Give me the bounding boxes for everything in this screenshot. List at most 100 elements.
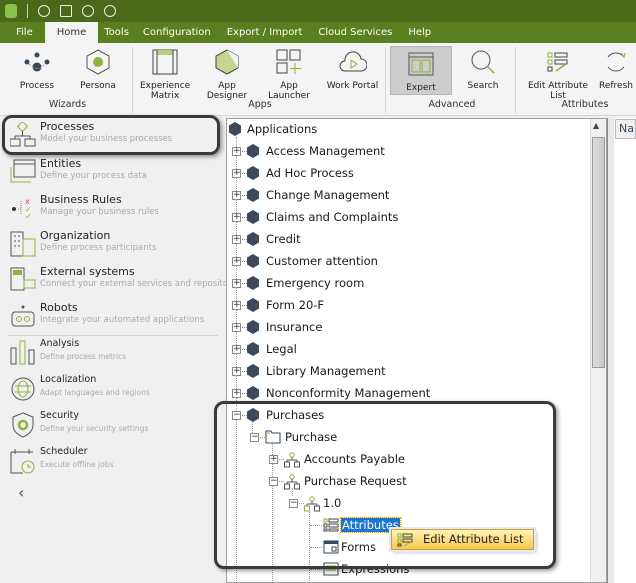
process-wizard-icon[interactable]	[38, 5, 50, 17]
sidebar-item-robots[interactable]: Robots Integrate your automated applicati…	[10, 301, 220, 335]
work-portal-button[interactable]: Work Portal	[325, 47, 380, 91]
tab-tools[interactable]: Tools	[98, 22, 135, 43]
sidebar-item-external-systems[interactable]: External systems Connect your external se…	[10, 265, 244, 299]
application-icon	[247, 298, 259, 312]
scroll-up-arrow-icon[interactable]: ▲	[593, 121, 599, 130]
tab-export-import[interactable]: Export / Import	[219, 22, 311, 43]
expand-toggle[interactable]: +	[232, 257, 241, 266]
collapse-toggle[interactable]: −	[250, 433, 259, 442]
scrollbar-thumb[interactable]	[592, 137, 605, 368]
sidebar-item-localization[interactable]: Localization Adapt languages and regions	[10, 374, 220, 408]
expand-toggle[interactable]: +	[232, 235, 241, 244]
sidebar-item-scheduler[interactable]: Scheduler Execute offline jobs	[10, 446, 220, 480]
collapse-toggle[interactable]: −	[269, 477, 278, 486]
tree-node-accounts-payable[interactable]: Accounts Payable	[304, 449, 405, 469]
localization-icon	[10, 376, 36, 402]
expand-toggle[interactable]: +	[232, 169, 241, 178]
expand-toggle[interactable]: +	[232, 323, 241, 332]
tree-node-purchase-request[interactable]: Purchase Request	[304, 471, 407, 491]
tree-node-app[interactable]: Ad Hoc Process	[266, 163, 354, 183]
app-launcher-button[interactable]: App Launcher	[259, 47, 319, 101]
experience-label: Experience	[140, 81, 191, 91]
tree-node-app[interactable]: Insurance	[266, 317, 322, 337]
expand-toggle[interactable]: +	[232, 367, 241, 376]
svg-text:✓: ✓	[25, 212, 32, 221]
expert-label: Expert	[406, 83, 436, 93]
tree-node-app[interactable]: Legal	[266, 339, 297, 359]
tree-node-label: Expressions	[341, 562, 410, 576]
tree-node-app[interactable]: Emergency room	[266, 273, 364, 293]
tree-node-app[interactable]: Access Management	[266, 141, 385, 161]
experience-matrix-button[interactable]: Experience Matrix	[140, 47, 190, 101]
sidebar-item-business-rules[interactable]: x ✓ ✓ Business Rules Manage your business ru…	[10, 193, 220, 227]
edit-attribute-list-button[interactable]: Edit Attribute List	[520, 47, 596, 101]
expand-toggle[interactable]: +	[232, 389, 241, 398]
sidebar-item-description: Define process metrics	[40, 352, 127, 361]
sidebar-item-processes[interactable]: Processes Model your business processes	[9, 120, 220, 154]
search-button[interactable]: Search	[462, 47, 504, 91]
expert-icon	[406, 49, 436, 79]
tree-node-label: Access Management	[266, 144, 385, 158]
tree-node-app[interactable]: Customer attention	[266, 251, 378, 271]
menu-bar: File Home Tools Configuration Export / I…	[0, 22, 636, 43]
expand-toggle[interactable]: +	[269, 455, 278, 464]
tab-file[interactable]: File	[0, 22, 45, 43]
expand-toggle[interactable]: +	[232, 147, 241, 156]
sidebar-item-organization[interactable]: Organization Define process participants	[10, 229, 220, 263]
tree-node-app[interactable]: Credit	[266, 229, 301, 249]
upload-icon[interactable]	[104, 5, 116, 17]
expand-toggle[interactable]: +	[232, 191, 241, 200]
expand-toggle[interactable]: +	[232, 213, 241, 222]
persona-button[interactable]: Persona	[78, 47, 118, 91]
group-advanced: Advanced	[428, 99, 476, 110]
application-icon	[247, 254, 259, 268]
details-panel	[614, 118, 636, 583]
tree-node-version[interactable]: 1.0	[323, 493, 341, 513]
collapse-toggle[interactable]: −	[289, 499, 298, 508]
app-launcher-icon	[274, 47, 304, 77]
sidebar-item-entities[interactable]: Entities Define your process data	[10, 157, 220, 191]
tab-configuration[interactable]: Configuration	[135, 22, 219, 43]
attributes-icon	[323, 518, 339, 535]
context-menu-edit-attribute-list[interactable]: Edit Attribute List	[391, 529, 534, 550]
layout-icon[interactable]	[60, 5, 72, 17]
tree-node-forms[interactable]: Forms	[341, 537, 376, 557]
application-icon	[247, 276, 259, 290]
column-header-name[interactable]: Name	[615, 119, 636, 139]
tab-cloud-services[interactable]: Cloud Services	[310, 22, 400, 43]
sidebar-item-description: Adapt languages and regions	[40, 388, 150, 397]
tree-node-app[interactable]: Claims and Complaints	[266, 207, 398, 227]
work-portal-label: Work Portal	[326, 81, 379, 91]
sidebar-item-analysis[interactable]: Analysis Define process metrics	[10, 338, 220, 372]
collapse-sidebar-button[interactable]: ‹	[18, 483, 24, 502]
tree-node-applications[interactable]: Applications	[247, 119, 317, 139]
expand-toggle[interactable]: +	[232, 301, 241, 310]
panel-splitter[interactable]	[607, 118, 614, 583]
process-button[interactable]: Process	[16, 47, 58, 91]
tree-node-app[interactable]: Nonconformity Management	[266, 383, 430, 403]
application-icon	[247, 386, 259, 400]
tree-node-purchase[interactable]: Purchase	[285, 427, 337, 447]
tree-node-label: Change Management	[266, 188, 390, 202]
tree-node-app[interactable]: Library Management	[266, 361, 386, 381]
expand-toggle[interactable]: +	[232, 279, 241, 288]
refresh-button[interactable]: Refresh	[598, 47, 634, 91]
tree-node-expressions[interactable]: Expressions	[341, 559, 409, 579]
collapse-toggle[interactable]: −	[232, 411, 241, 420]
tree-node-label: Accounts Payable	[304, 452, 405, 466]
tree-node-label: Legal	[266, 342, 297, 356]
tab-help[interactable]: Help	[400, 22, 439, 43]
tree-node-label: Purchase	[285, 430, 338, 444]
app-designer-button[interactable]: App Designer	[197, 47, 257, 101]
tab-home[interactable]: Home	[44, 22, 99, 43]
tree-node-app[interactable]: Form 20-F	[266, 295, 324, 315]
expert-button[interactable]: Expert	[390, 46, 452, 95]
expand-toggle[interactable]: +	[232, 345, 241, 354]
tree-node-app[interactable]: Change Management	[266, 185, 389, 205]
sidebar-item-security[interactable]: Security Define your security settings	[10, 410, 220, 444]
download-icon[interactable]	[82, 5, 94, 17]
analysis-icon	[10, 340, 36, 366]
sidebar-item-title: Robots	[40, 301, 78, 314]
tree-node-app[interactable]: Purchases	[266, 405, 324, 425]
application-icon	[247, 408, 259, 422]
